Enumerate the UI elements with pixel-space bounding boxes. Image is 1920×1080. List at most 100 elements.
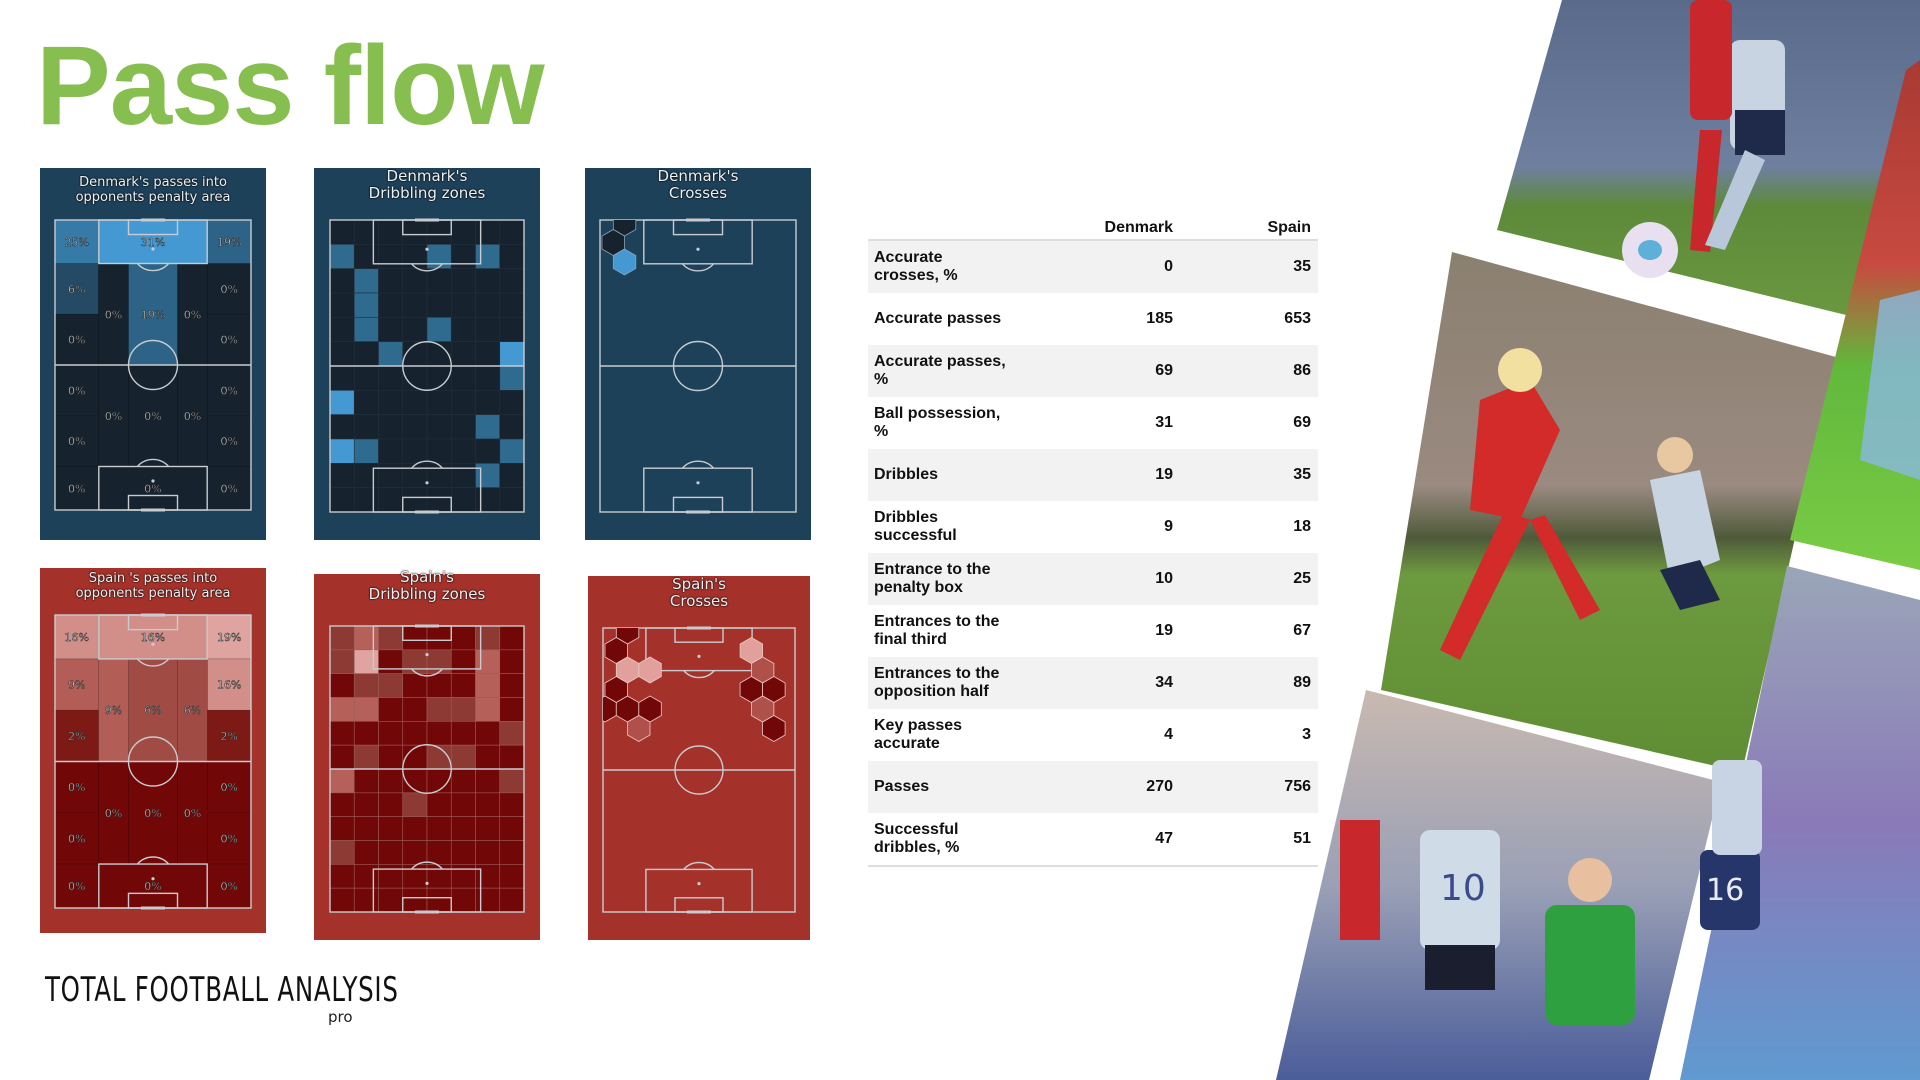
denmark-passes-pitch: 25% 31% 19% 6% 0% 0% 19% 0% 0% 0% 0% 0% 0% 0% 0% 0% 0% 0%… [40, 168, 266, 540]
photo-middle [1381, 252, 1836, 772]
dribble-cell [353, 438, 379, 464]
zone-label: 16% [141, 631, 165, 644]
zone-label: 9% [68, 679, 85, 692]
zone-label: 0% [184, 807, 201, 820]
dribble-cell [402, 487, 428, 513]
dribble-cell [475, 744, 501, 770]
dribble-cell [329, 292, 355, 318]
dribble-cell [329, 390, 355, 415]
penalty-spot [425, 481, 429, 485]
photo-right-bottom: 16 [1680, 566, 1920, 1080]
dribble-cell [402, 625, 428, 651]
dribble-cell [329, 887, 355, 913]
dribble-cell [402, 414, 428, 440]
dribble-cell [499, 721, 525, 746]
dribble-cell [499, 268, 525, 294]
spain-value: 18 [1293, 518, 1311, 535]
dribble-cell [353, 649, 379, 674]
photo-right-top [1790, 60, 1920, 570]
dribble-cell [475, 414, 501, 440]
dribble-cell [499, 649, 525, 674]
dribble-cell [353, 219, 379, 245]
spain-value: 86 [1293, 362, 1311, 379]
metric-label-line: Dribbles [874, 509, 939, 526]
zone-label: 0% [68, 435, 85, 448]
dribble-cell [402, 390, 428, 415]
dribble-cell [475, 341, 501, 367]
dribble-cell [329, 697, 355, 722]
dribble-cell [402, 463, 428, 488]
dribble-cell [329, 673, 355, 698]
metric-label: Entrance to the penalty box [868, 561, 1043, 597]
dribble-cell [450, 792, 476, 817]
metric-label-line: Entrances to the [874, 613, 1000, 630]
spain-passes-title: Spain 's passes into opponents penalty a… [40, 571, 266, 602]
dribble-cell [475, 673, 501, 698]
dribble-cell [378, 625, 404, 651]
page-title: Pass flow [36, 23, 545, 148]
dribble-cell [378, 438, 404, 464]
dribble-cell [499, 244, 525, 269]
zone-label: 16% [65, 631, 89, 644]
table-row: Ball possession,% 31 69 [868, 397, 1318, 449]
denmark-value: 9 [1164, 518, 1173, 535]
denmark-crosses-pitch [585, 168, 811, 540]
dribble-cell [353, 887, 379, 913]
dribble-cell [402, 244, 428, 269]
dribble-cell [329, 438, 355, 464]
dribble-cell [353, 864, 379, 889]
dribble-cell [402, 840, 428, 865]
metric-label-line: penalty box [874, 579, 963, 596]
dribble-cell [475, 625, 501, 651]
dribble-cell [499, 463, 525, 488]
dribble-cell [378, 244, 404, 269]
metric-label: Ball possession,% [868, 405, 1043, 441]
dribble-cell [475, 697, 501, 722]
header-denmark: Denmark [1104, 219, 1173, 236]
dribble-cell [402, 268, 428, 294]
dribble-cell [426, 438, 452, 464]
dribble-cell [329, 625, 355, 651]
stats-table: Denmark Spain Accurate crosses, % 0 35 Accur… [868, 212, 1318, 867]
table-row: Accurate passes,% 69 86 [868, 345, 1318, 397]
zone-label: 0% [105, 807, 122, 820]
table-row: Entrance to the penalty box 10 25 [868, 553, 1318, 605]
dribble-cell [450, 744, 476, 770]
dribble-cell [378, 649, 404, 674]
denmark-value: 19 [1155, 622, 1173, 639]
penalty-spot [425, 247, 429, 251]
zone-label: 19% [217, 631, 241, 644]
dribble-cell [499, 625, 525, 651]
metric-label-line: Entrance to the [874, 561, 991, 578]
metric-label-line: Successful [874, 821, 959, 838]
dribble-cell [402, 816, 428, 841]
zone-label: 19% [141, 308, 165, 321]
zone-label: 0% [221, 781, 238, 794]
jersey-number: 10 [1440, 868, 1486, 909]
panel-title-line: Denmark's passes into [79, 175, 227, 190]
metric-label-line: Ball possession, [874, 405, 1001, 422]
dribble-cell [499, 816, 525, 841]
penalty-spot [425, 652, 429, 657]
zone-label: 31% [141, 236, 165, 249]
spain-value: 69 [1293, 414, 1311, 431]
dribble-cell [426, 244, 452, 269]
metric-label: Successful dribbles, % [868, 821, 1043, 857]
metric-label-line: accurate [874, 735, 940, 752]
zone-label: 0% [144, 807, 161, 820]
zone-label: 25% [65, 236, 89, 249]
denmark-value: 4 [1164, 726, 1173, 743]
denmark-value: 270 [1146, 778, 1173, 795]
panel-title-line: Denmark's [657, 167, 739, 185]
dribble-cell [329, 744, 355, 770]
spain-dribbling-panel: Spain's Dribbling zones [314, 568, 540, 940]
dribble-cell [402, 317, 428, 342]
dribble-cell [353, 792, 379, 817]
dribble-cell [426, 649, 452, 674]
dribble-cell [329, 792, 355, 817]
metric-label-line: Accurate passes [874, 310, 1002, 327]
zone-label: 0% [221, 880, 238, 893]
dribble-cell [450, 438, 476, 464]
denmark-dribbling-panel: Denmark's Dribbling zones [314, 167, 540, 540]
spain-crosses-pitch [588, 576, 810, 940]
